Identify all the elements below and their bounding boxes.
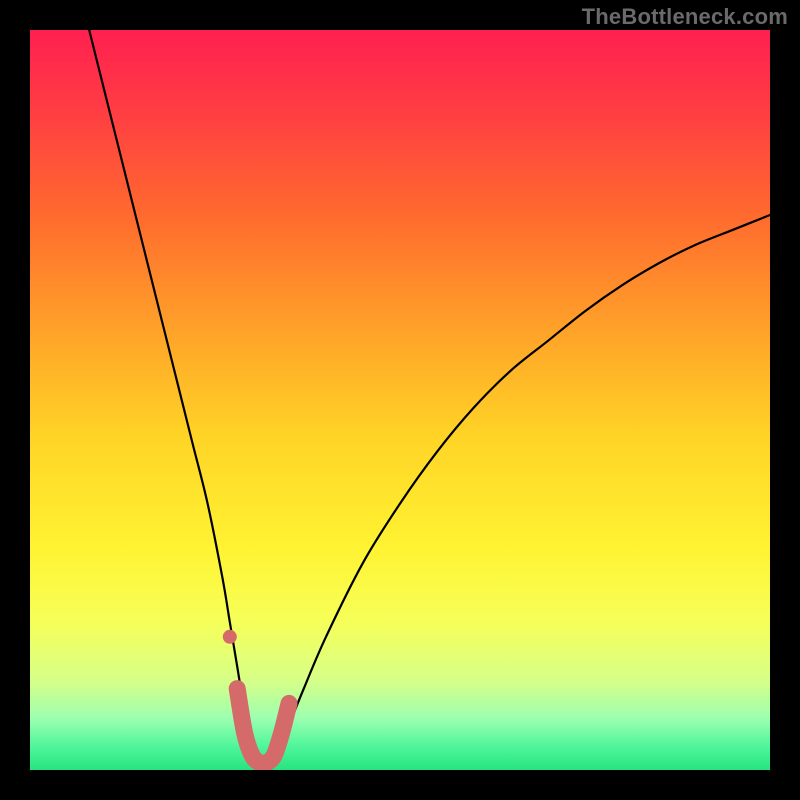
bottleneck-curve <box>89 30 770 770</box>
watermark-label: TheBottleneck.com <box>582 4 788 30</box>
optimal-band-marker <box>237 689 289 764</box>
plot-area <box>30 30 770 770</box>
bottleneck-curve-svg <box>30 30 770 770</box>
optimal-point-marker <box>223 630 237 644</box>
chart-frame: TheBottleneck.com <box>0 0 800 800</box>
